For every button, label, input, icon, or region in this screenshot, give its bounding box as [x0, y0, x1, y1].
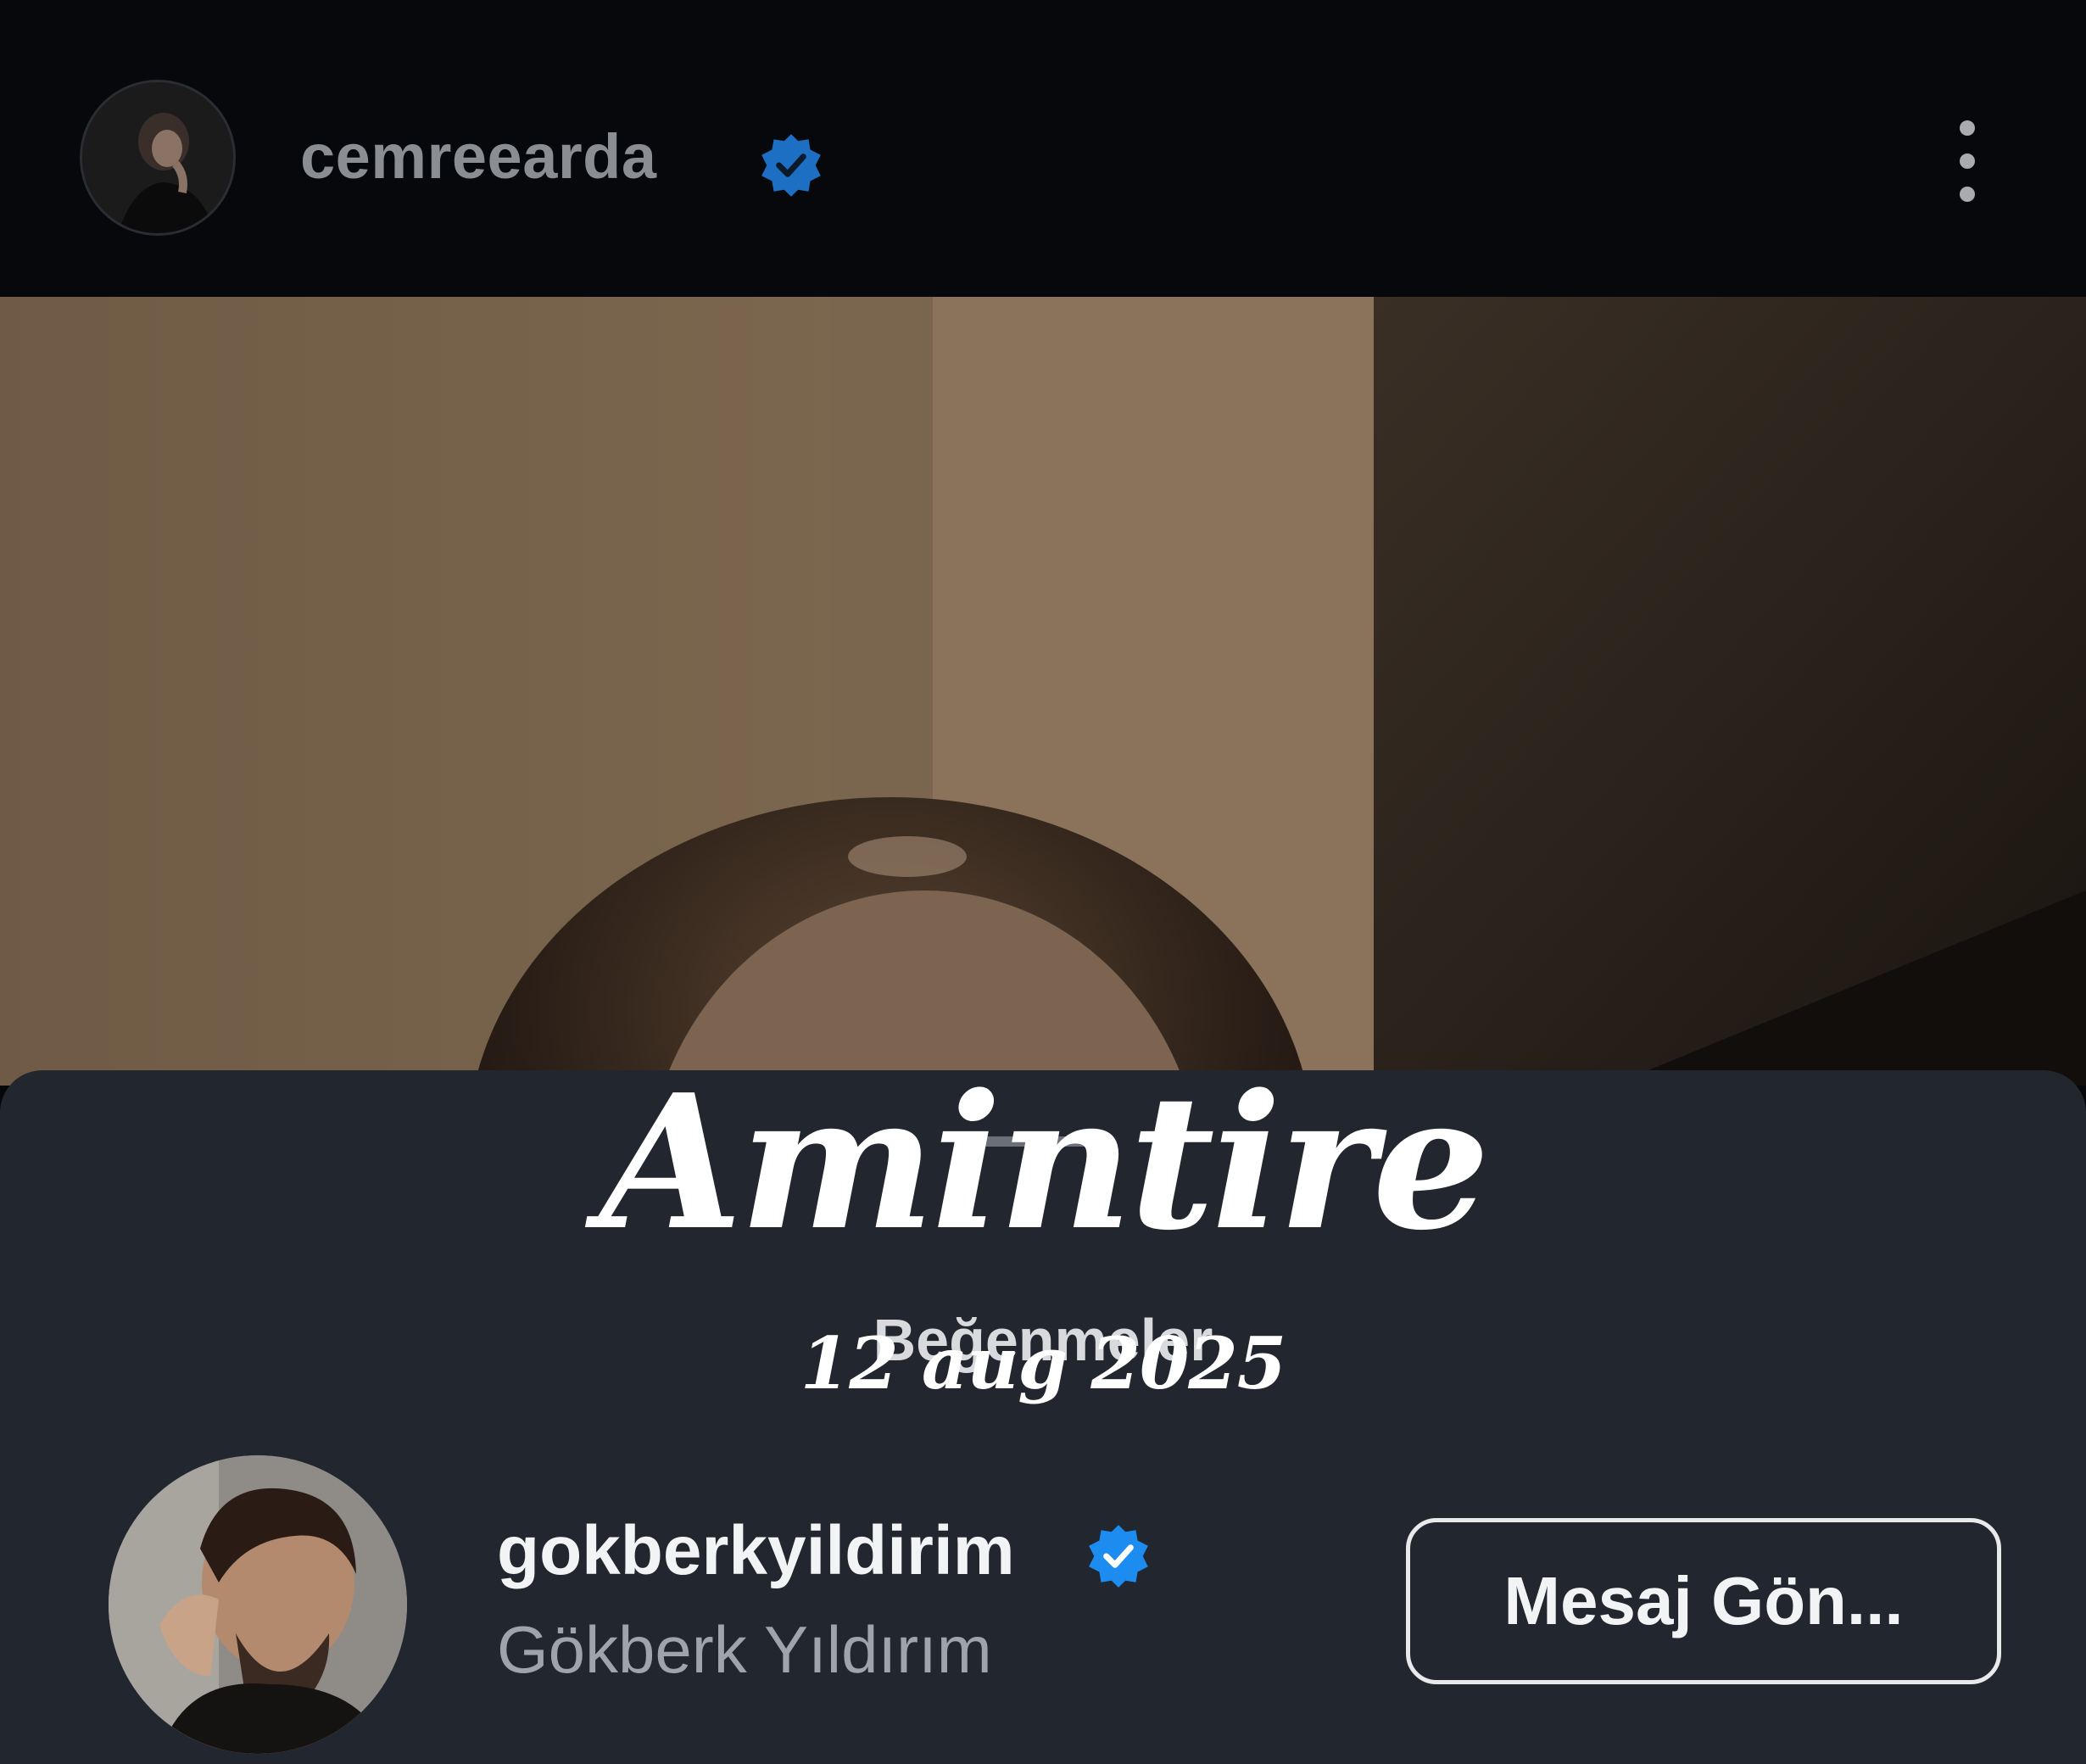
more-options-icon[interactable] [1942, 114, 1993, 209]
post-photo [0, 297, 2086, 1086]
verified-badge-icon [1089, 1525, 1148, 1588]
watermark-text: Amintire [599, 1054, 1490, 1271]
liker-avatar[interactable] [109, 1455, 407, 1754]
post-author-avatar[interactable] [80, 80, 236, 236]
overlay-date: 12 aug 2025 [800, 1321, 1286, 1405]
send-message-button[interactable]: Mesaj Gön... [1406, 1518, 2001, 1684]
liker-full-name: Gökberk Yıldırım [497, 1612, 992, 1687]
verified-badge-icon [761, 134, 821, 197]
liker-username[interactable]: gokberkyildirim [497, 1516, 1015, 1586]
post-author-username[interactable]: cemreearda [300, 126, 657, 188]
